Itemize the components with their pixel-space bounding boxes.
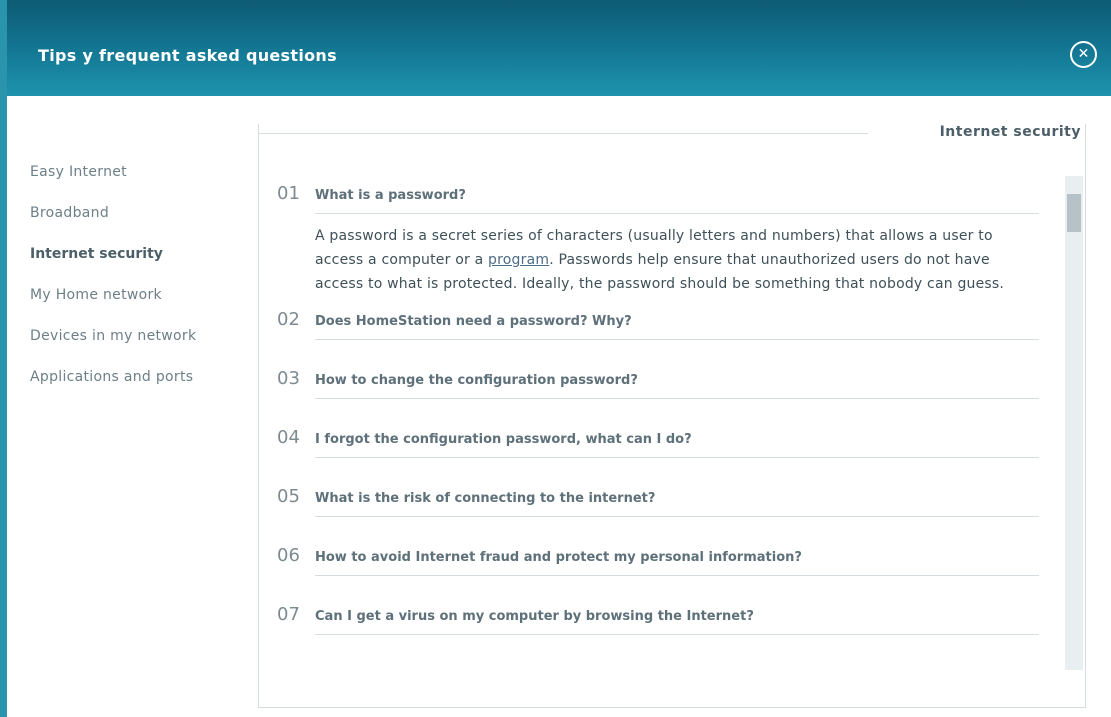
program-link[interactable]: program	[488, 252, 549, 268]
faq-question-07[interactable]: 07 Can I get a virus on my computer by b…	[277, 597, 1039, 635]
sidebar-item-my-home-network[interactable]: My Home network	[30, 287, 250, 328]
faq-question-text: What is a password?	[315, 178, 1039, 214]
close-icon: ✕	[1077, 46, 1090, 62]
faq-item-03: 03 How to change the configuration passw…	[277, 361, 1039, 399]
faq-question-text: Can I get a virus on my computer by brow…	[315, 599, 1039, 635]
faq-question-text: What is the risk of connecting to the in…	[315, 481, 1039, 517]
faq-question-text: I forgot the configuration password, wha…	[315, 422, 1039, 458]
sidebar-item-applications-and-ports[interactable]: Applications and ports	[30, 369, 250, 410]
faq-question-06[interactable]: 06 How to avoid Internet fraud and prote…	[277, 538, 1039, 576]
faq-item-01: 01 What is a password? A password is a s…	[277, 176, 1039, 296]
faq-question-text: How to avoid Internet fraud and protect …	[315, 540, 1039, 576]
sidebar-item-broadband[interactable]: Broadband	[30, 205, 250, 246]
content-panel: Internet security 01 What is a password?…	[258, 124, 1086, 708]
faq-question-05[interactable]: 05 What is the risk of connecting to the…	[277, 479, 1039, 517]
scrollbar-thumb[interactable]	[1067, 194, 1081, 232]
faq-question-text: Does HomeStation need a password? Why?	[315, 304, 1039, 340]
faq-answer-01: A password is a secret series of charact…	[315, 224, 1005, 296]
faq-item-07: 07 Can I get a virus on my computer by b…	[277, 597, 1039, 635]
faq-question-text: How to change the configuration password…	[315, 363, 1039, 399]
faq-item-05: 05 What is the risk of connecting to the…	[277, 479, 1039, 517]
title-bar: Tips y frequent asked questions ✕	[7, 0, 1111, 96]
panel-divider	[258, 133, 868, 134]
faq-question-02[interactable]: 02 Does HomeStation need a password? Why…	[277, 302, 1039, 340]
dialog-title: Tips y frequent asked questions	[38, 46, 337, 65]
faq-number: 02	[277, 309, 300, 330]
faq-number: 01	[277, 183, 300, 204]
faq-number: 06	[277, 545, 300, 566]
faq-question-04[interactable]: 04 I forgot the configuration password, …	[277, 420, 1039, 458]
faq-number: 05	[277, 486, 300, 507]
faq-question-01[interactable]: 01 What is a password?	[277, 176, 1039, 214]
section-title: Internet security	[927, 124, 1081, 140]
faq-number: 07	[277, 604, 300, 625]
sidebar-nav: Easy Internet Broadband Internet securit…	[30, 164, 250, 410]
faq-dialog: Tips y frequent asked questions ✕ Easy I…	[0, 0, 1111, 717]
sidebar-item-devices-in-my-network[interactable]: Devices in my network	[30, 328, 250, 369]
faq-list[interactable]: 01 What is a password? A password is a s…	[277, 176, 1039, 674]
faq-question-03[interactable]: 03 How to change the configuration passw…	[277, 361, 1039, 399]
close-button[interactable]: ✕	[1070, 41, 1097, 68]
faq-number: 04	[277, 427, 300, 448]
faq-item-02: 02 Does HomeStation need a password? Why…	[277, 302, 1039, 340]
sidebar-item-easy-internet[interactable]: Easy Internet	[30, 164, 250, 205]
faq-item-04: 04 I forgot the configuration password, …	[277, 420, 1039, 458]
faq-item-06: 06 How to avoid Internet fraud and prote…	[277, 538, 1039, 576]
faq-scrollbar[interactable]	[1065, 176, 1083, 670]
sidebar-item-internet-security[interactable]: Internet security	[30, 246, 250, 287]
faq-number: 03	[277, 368, 300, 389]
